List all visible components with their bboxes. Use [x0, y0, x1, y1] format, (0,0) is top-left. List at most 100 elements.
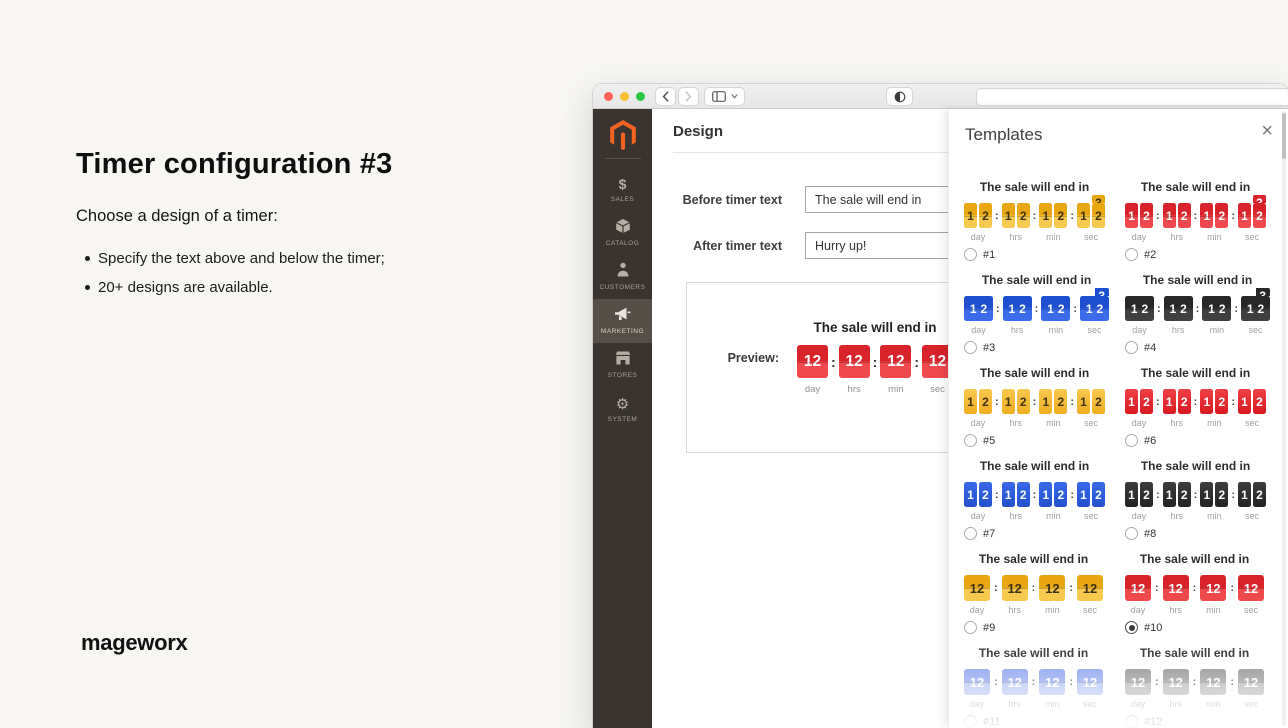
- chevron-down-icon: [731, 94, 738, 99]
- sidebar-item-label: MARKETING: [601, 328, 644, 335]
- timer-colon: :: [1033, 389, 1037, 414]
- radio-button[interactable]: [1125, 715, 1138, 728]
- timer-unit: 12min: [1039, 389, 1067, 428]
- template-radio-4[interactable]: #4: [1125, 341, 1270, 354]
- timer-unit-label: hrs: [1170, 232, 1183, 242]
- chevron-left-icon: [662, 91, 669, 102]
- timer: 12day:12hrs:12min:123sec: [964, 296, 1109, 335]
- timer-unit: 12day: [964, 203, 992, 242]
- timer-unit-label: day: [1132, 232, 1147, 242]
- back-button[interactable]: [655, 87, 676, 106]
- timer-value: 12: [1200, 669, 1226, 695]
- radio-button[interactable]: [1125, 248, 1138, 261]
- timer-value: 12: [964, 669, 990, 695]
- timer-unit-label: hrs: [1170, 511, 1183, 521]
- radio-button[interactable]: [964, 527, 977, 540]
- timer-colon: :: [1193, 669, 1197, 695]
- timer-colon: :: [1194, 203, 1198, 228]
- timer-unit: 123sec: [1238, 203, 1266, 242]
- template-radio-12[interactable]: #12: [1125, 715, 1264, 728]
- timer-colon: :: [1230, 669, 1234, 695]
- timer: 12day:12hrs:12min:123sec: [964, 203, 1105, 242]
- radio-button[interactable]: [1125, 621, 1138, 634]
- timer-unit: 123sec: [1080, 296, 1109, 335]
- radio-button[interactable]: [964, 434, 977, 447]
- sidebar-item-marketing[interactable]: MARKETING: [593, 299, 652, 343]
- sidebar-item-stores[interactable]: STORES: [593, 343, 652, 387]
- template-radio-2[interactable]: #2: [1125, 248, 1266, 261]
- timer: 12day:12hrs:12min:12sec: [964, 482, 1105, 521]
- zoom-window-button[interactable]: [636, 92, 645, 101]
- timer-value: 12: [1002, 575, 1028, 601]
- timer-unit: 12day: [964, 575, 990, 615]
- page-settings-button[interactable]: [886, 87, 913, 106]
- template-radio-6[interactable]: #6: [1125, 434, 1266, 447]
- timer-unit: 12min: [1041, 296, 1070, 335]
- forward-button[interactable]: [678, 87, 699, 106]
- templates-grid: The sale will end in12day:12hrs:12min:12…: [964, 180, 1288, 728]
- sidebar-item-catalog[interactable]: CATALOG: [593, 211, 652, 255]
- timer-colon: :: [1194, 482, 1198, 507]
- scrollbar-track[interactable]: [1282, 111, 1286, 726]
- magento-logo[interactable]: [609, 120, 637, 150]
- field-label: Before timer text: [652, 193, 782, 207]
- radio-button[interactable]: [964, 715, 977, 728]
- timer-unit-label: hrs: [848, 384, 861, 395]
- template-id-label: #9: [983, 622, 995, 634]
- template-radio-8[interactable]: #8: [1125, 527, 1266, 540]
- sidebar-item-system[interactable]: ⚙SYSTEM: [593, 387, 652, 431]
- template-id-label: #8: [1144, 528, 1156, 540]
- close-window-button[interactable]: [604, 92, 613, 101]
- template-radio-9[interactable]: #9: [964, 621, 1103, 634]
- sidebar-item-customers[interactable]: CUSTOMERS: [593, 255, 652, 299]
- timer-unit-label: hrs: [1170, 418, 1183, 428]
- sidebar-item-sales[interactable]: $SALES: [593, 167, 652, 211]
- preview-timer-title: The sale will end in: [789, 320, 961, 335]
- radio-button[interactable]: [1125, 527, 1138, 540]
- timer-digit: 1: [1200, 203, 1213, 228]
- timer-unit: 12sec: [1238, 482, 1266, 521]
- sidebar-toggle-button[interactable]: [704, 87, 745, 106]
- timer-unit: 12sec: [1238, 669, 1264, 709]
- template-card: The sale will end in12day:12hrs:12min:12…: [964, 180, 1125, 261]
- template-radio-10[interactable]: #10: [1125, 621, 1264, 634]
- timer-digit-pair: 12: [1003, 296, 1032, 321]
- radio-button[interactable]: [964, 341, 977, 354]
- storefront-icon: [615, 351, 631, 370]
- timer-unit: 12sec: [1077, 575, 1103, 615]
- flip-next-digit: 3: [1092, 195, 1105, 203]
- scrollbar-thumb[interactable]: [1282, 113, 1286, 159]
- close-icon[interactable]: ×: [1261, 121, 1273, 141]
- timer-unit-label: day: [971, 418, 986, 428]
- timer-unit-label: min: [1046, 232, 1061, 242]
- timer-colon: :: [1231, 389, 1235, 414]
- timer-unit-label: day: [971, 232, 986, 242]
- radio-button[interactable]: [964, 248, 977, 261]
- radio-button[interactable]: [964, 621, 977, 634]
- template-radio-7[interactable]: #7: [964, 527, 1105, 540]
- timer-value: 12: [797, 345, 828, 378]
- template-radio-5[interactable]: #5: [964, 434, 1105, 447]
- timer: 12day:12hrs:12min:12sec: [789, 345, 961, 395]
- minimize-window-button[interactable]: [620, 92, 629, 101]
- person-icon: [616, 262, 630, 282]
- timer-unit-label: day: [971, 325, 986, 335]
- timer-unit-label: min: [1207, 511, 1222, 521]
- template-radio-3[interactable]: #3: [964, 341, 1109, 354]
- radio-button[interactable]: [1125, 341, 1138, 354]
- template-id-label: #4: [1144, 342, 1156, 354]
- timer-unit: 12hrs: [1164, 296, 1193, 335]
- timer-colon: :: [1070, 203, 1074, 228]
- timer-unit: 12day: [964, 389, 992, 428]
- timer-digit: 1: [1163, 203, 1176, 228]
- template-timer-title: The sale will end in: [964, 552, 1103, 566]
- contrast-icon: [894, 91, 906, 103]
- address-bar[interactable]: [976, 88, 1288, 106]
- timer-colon: :: [1231, 203, 1235, 228]
- radio-button[interactable]: [1125, 434, 1138, 447]
- timer-colon: :: [1156, 389, 1160, 414]
- template-radio-11[interactable]: #11: [964, 715, 1103, 728]
- timer-digit: 2: [1140, 203, 1153, 228]
- timer-unit-label: sec: [1245, 418, 1259, 428]
- template-radio-1[interactable]: #1: [964, 248, 1105, 261]
